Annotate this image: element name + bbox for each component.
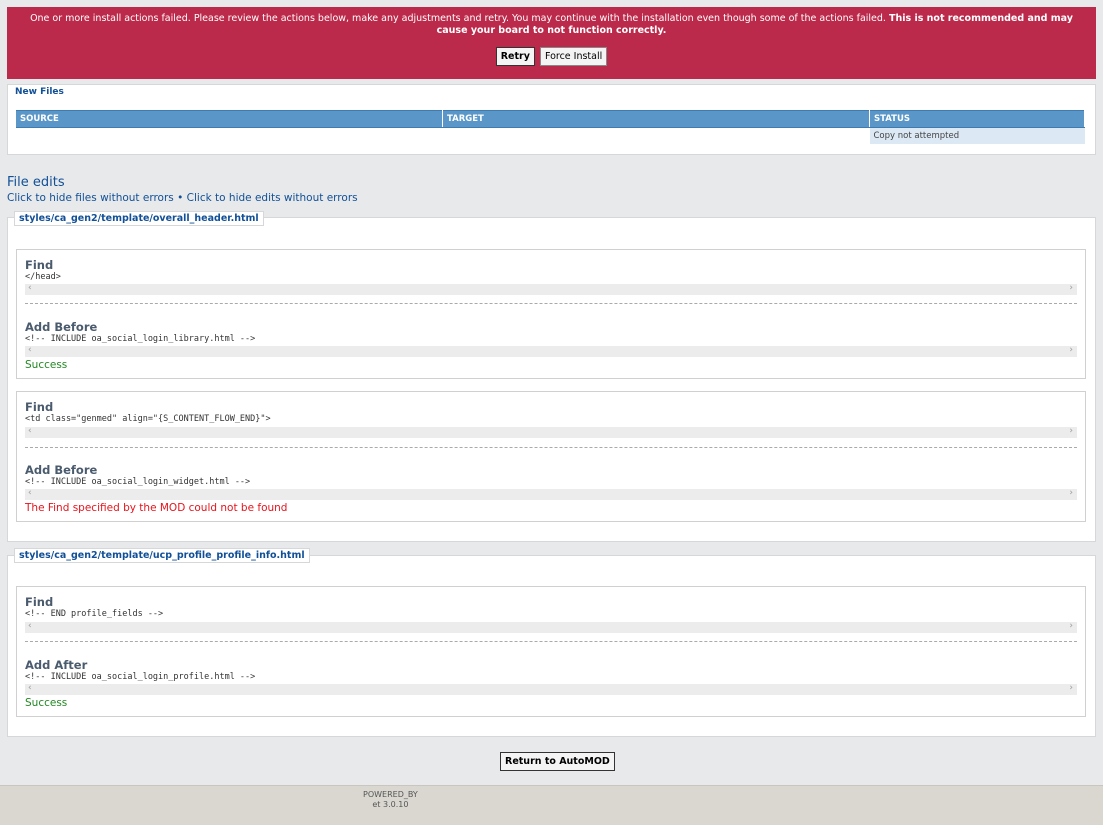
action-label: Add Before <box>25 320 98 334</box>
scroll-left-icon[interactable]: ‹ <box>28 283 32 293</box>
cell-source <box>16 128 443 145</box>
action-code: <!-- INCLUDE oa_social_login_profile.htm… <box>25 672 256 682</box>
edit-block: Find <td class="genmed" align="{S_CONTEN… <box>16 391 1086 522</box>
scrollbar[interactable]: ‹ › <box>25 345 1077 357</box>
version-text: et 3.0.10 <box>372 800 409 809</box>
file-path-1: styles/ca_gen2/template/overall_header.h… <box>14 211 264 226</box>
error-buttons: Retry Force Install <box>7 47 1096 66</box>
find-code: </head> <box>25 272 61 282</box>
scroll-left-icon[interactable]: ‹ <box>28 621 32 631</box>
column-target: TARGET <box>442 110 870 128</box>
edit-block: Find <!-- END profile_fields --> ‹ › Add … <box>16 586 1086 717</box>
scrollbar[interactable]: ‹ › <box>25 488 1077 500</box>
find-label: Find <box>25 400 54 414</box>
edit-block: Find </head> ‹ › Add Before <!-- INCLUDE … <box>16 249 1086 379</box>
action-label: Add After <box>25 658 88 672</box>
find-label: Find <box>25 258 54 272</box>
scroll-right-icon[interactable]: › <box>1069 488 1073 498</box>
find-code: <!-- END profile_fields --> <box>25 609 164 619</box>
error-banner: One or more install actions failed. Plea… <box>7 7 1096 79</box>
action-code: <!-- INCLUDE oa_social_login_widget.html… <box>25 477 251 487</box>
scroll-right-icon[interactable]: › <box>1069 426 1073 436</box>
action-code: <!-- INCLUDE oa_social_login_library.htm… <box>25 334 256 344</box>
scrollbar[interactable]: ‹ › <box>25 683 1077 695</box>
return-to-automod-button[interactable]: Return to AutoMOD <box>500 752 615 771</box>
column-status: STATUS <box>869 110 1085 128</box>
new-files-table: SOURCE TARGET STATUS Copy not attempted <box>16 110 1085 144</box>
file-path-2: styles/ca_gen2/template/ucp_profile_prof… <box>14 548 310 563</box>
powered-by: POWERED_BY et 3.0.10 <box>363 790 418 810</box>
column-source: SOURCE <box>16 110 443 128</box>
divider <box>25 303 1077 304</box>
file-edits-links: Click to hide files without errors • Cli… <box>7 192 358 204</box>
cell-target <box>443 128 870 145</box>
cell-status: Copy not attempted <box>869 127 1085 144</box>
scrollbar[interactable]: ‹ › <box>25 621 1077 633</box>
divider <box>25 447 1077 448</box>
divider <box>25 641 1077 642</box>
scrollbar[interactable]: ‹ › <box>25 283 1077 295</box>
footer: POWERED_BY et 3.0.10 <box>0 785 1103 825</box>
scroll-right-icon[interactable]: › <box>1069 683 1073 693</box>
powered-by-label: POWERED_BY <box>363 790 418 799</box>
new-files-title: New Files <box>15 87 64 97</box>
hide-edits-link[interactable]: Click to hide edits without errors <box>187 192 358 204</box>
result-success: Success <box>25 697 68 709</box>
scroll-right-icon[interactable]: › <box>1069 345 1073 355</box>
scroll-right-icon[interactable]: › <box>1069 283 1073 293</box>
error-text: One or more install actions failed. Plea… <box>30 13 886 24</box>
retry-button[interactable]: Retry <box>495 47 535 66</box>
hide-files-link[interactable]: Click to hide files without errors <box>7 192 174 204</box>
error-message: One or more install actions failed. Plea… <box>7 13 1096 37</box>
result-error: The Find specified by the MOD could not … <box>25 502 288 514</box>
scroll-left-icon[interactable]: ‹ <box>28 488 32 498</box>
scrollbar[interactable]: ‹ › <box>25 426 1077 438</box>
force-install-button[interactable]: Force Install <box>539 47 608 66</box>
scroll-left-icon[interactable]: ‹ <box>28 683 32 693</box>
table-row: Copy not attempted <box>16 127 1085 145</box>
find-label: Find <box>25 595 54 609</box>
scroll-left-icon[interactable]: ‹ <box>28 426 32 436</box>
table-header-row: SOURCE TARGET STATUS <box>16 110 1085 128</box>
file-edits-title: File edits <box>7 175 65 190</box>
bullet-separator: • <box>177 192 184 204</box>
scroll-left-icon[interactable]: ‹ <box>28 345 32 355</box>
result-success: Success <box>25 359 68 371</box>
find-code: <td class="genmed" align="{S_CONTENT_FLO… <box>25 414 271 424</box>
action-label: Add Before <box>25 463 98 477</box>
scroll-right-icon[interactable]: › <box>1069 621 1073 631</box>
